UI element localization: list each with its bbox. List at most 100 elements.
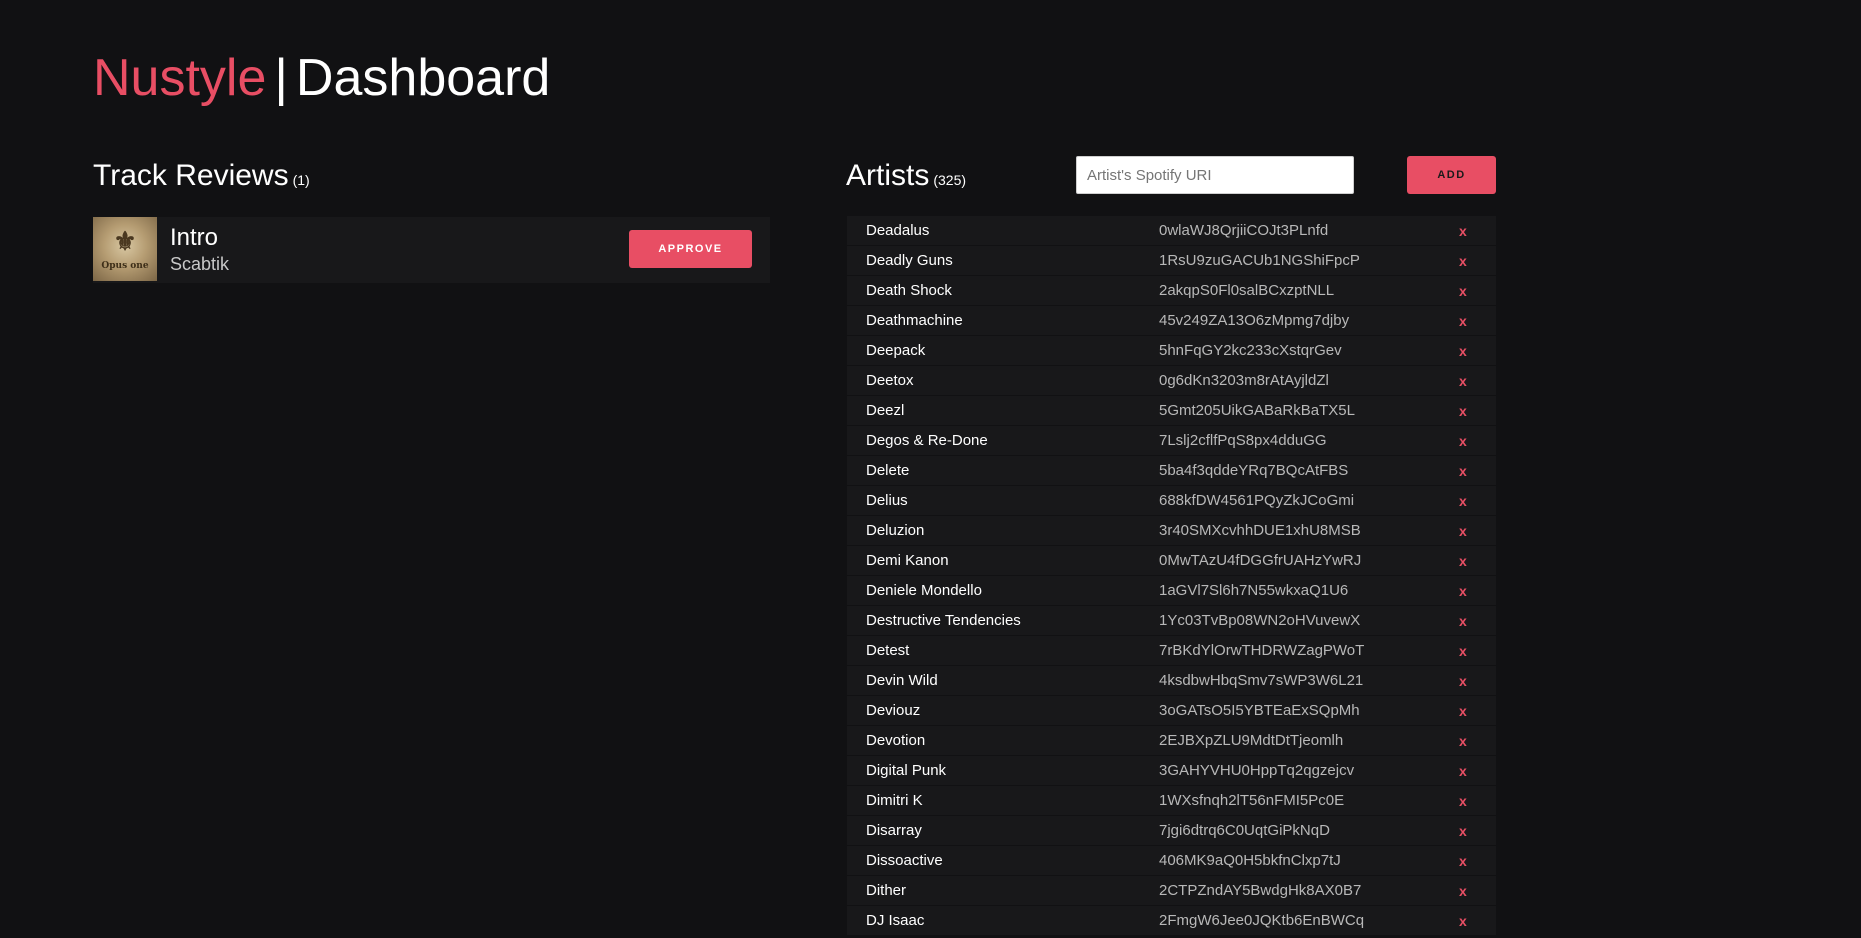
delete-artist-button[interactable]: x bbox=[1459, 787, 1467, 816]
artist-spotify-uri: 2FmgW6Jee0JQKtb6EnBWCq bbox=[1159, 912, 1365, 929]
album-cover-text: Opus one bbox=[101, 261, 149, 271]
artist-spotify-uri: 3oGATsO5I5YBTEaExSQpMh bbox=[1159, 702, 1360, 719]
artist-spotify-uri: 0MwTAzU4fDGGfrUAHzYwRJ bbox=[1159, 552, 1362, 569]
delete-artist-button[interactable]: x bbox=[1459, 427, 1467, 456]
artist-row: Death Shock 2akqpS0Fl0salBCxzptNLL x bbox=[847, 276, 1496, 305]
delete-artist-button[interactable]: x bbox=[1459, 487, 1467, 516]
delete-artist-button[interactable]: x bbox=[1459, 367, 1467, 396]
track-reviews-title: Track Reviews bbox=[93, 159, 289, 192]
artist-name: Disarray bbox=[866, 822, 922, 839]
artist-name: Death Shock bbox=[866, 282, 952, 299]
delete-artist-button[interactable]: x bbox=[1459, 547, 1467, 576]
delete-artist-button[interactable]: x bbox=[1459, 307, 1467, 336]
delete-artist-button[interactable]: x bbox=[1459, 277, 1467, 306]
album-cover-image: ⚜ Opus one bbox=[93, 217, 157, 281]
artist-spotify-uri: 7jgi6dtrq6C0UqtGiPkNqD bbox=[1159, 822, 1330, 839]
delete-artist-button[interactable]: x bbox=[1459, 217, 1467, 246]
delete-artist-button[interactable]: x bbox=[1459, 667, 1467, 696]
artist-name: Devin Wild bbox=[866, 672, 938, 689]
artist-spotify-uri: 0wlaWJ8QrjiiCOJt3PLnfd bbox=[1159, 222, 1329, 239]
dashboard-page: Nustyle | Dashboard Track Reviews (1) ⚜ Opu… bbox=[0, 0, 1861, 938]
artist-spotify-uri: 2EJBXpZLU9MdtDtTjeomlh bbox=[1159, 732, 1344, 749]
delete-artist-button[interactable]: x bbox=[1459, 727, 1467, 756]
artist-name: Deadly Guns bbox=[866, 252, 953, 269]
delete-artist-button[interactable]: x bbox=[1459, 757, 1467, 786]
artist-spotify-uri: 3r40SMXcvhhDUE1xhU8MSB bbox=[1159, 522, 1361, 539]
artist-row: Delius 688kfDW4561PQyZkJCoGmi x bbox=[847, 486, 1496, 515]
artist-row: Disarray 7jgi6dtrq6C0UqtGiPkNqD x bbox=[847, 816, 1496, 845]
artist-name: Devotion bbox=[866, 732, 926, 749]
artist-name: Dither bbox=[866, 882, 907, 899]
delete-artist-button[interactable]: x bbox=[1459, 607, 1467, 636]
delete-artist-button[interactable]: x bbox=[1459, 697, 1467, 726]
delete-artist-button[interactable]: x bbox=[1459, 247, 1467, 276]
approve-button[interactable]: APPROVE bbox=[629, 230, 752, 268]
artist-row: Deezl 5Gmt205UikGABaRkBaTX5L x bbox=[847, 396, 1496, 425]
artist-name: Deetox bbox=[866, 372, 914, 389]
delete-artist-button[interactable]: x bbox=[1459, 577, 1467, 606]
artist-row: Deadly Guns 1RsU9zuGACUb1NGShiFpcP x bbox=[847, 246, 1496, 275]
artist-name: Deniele Mondello bbox=[866, 582, 982, 599]
artist-row: Deadalus 0wlaWJ8QrjiiCOJt3PLnfd x bbox=[847, 216, 1496, 245]
artist-name: Demi Kanon bbox=[866, 552, 949, 569]
artist-row: Deathmachine 45v249ZA13O6zMpmg7djby x bbox=[847, 306, 1496, 335]
artists-title: Artists bbox=[846, 159, 930, 192]
artists-table: Deadalus 0wlaWJ8QrjiiCOJt3PLnfd x Deadly Gu… bbox=[847, 216, 1496, 936]
artist-spotify-uri: 45v249ZA13O6zMpmg7djby bbox=[1159, 312, 1350, 329]
delete-artist-button[interactable]: x bbox=[1459, 337, 1467, 366]
artist-row: Degos & Re-Done 7Lslj2cflfPqS8px4dduGG x bbox=[847, 426, 1496, 455]
artist-spotify-uri: 2CTPZndAY5BwdgHk8AX0B7 bbox=[1159, 882, 1362, 899]
artist-row: Dimitri K 1WXsfnqh2lT56nFMI5Pc0E x bbox=[847, 786, 1496, 815]
artist-name: Delete bbox=[866, 462, 910, 479]
delete-artist-button[interactable]: x bbox=[1459, 457, 1467, 486]
artist-spotify-uri: 3GAHYVHU0HppTq2qgzejcv bbox=[1159, 762, 1355, 779]
page-title-text: Dashboard bbox=[295, 49, 551, 107]
delete-artist-button[interactable]: x bbox=[1459, 517, 1467, 546]
artist-row: Demi Kanon 0MwTAzU4fDGGfrUAHzYwRJ x bbox=[847, 546, 1496, 575]
track-artist: Scabtik bbox=[170, 254, 230, 274]
artist-name: Deepack bbox=[866, 342, 926, 359]
artist-row: Destructive Tendencies 1Yc03TvBp08WN2oHVu… bbox=[847, 606, 1496, 635]
artist-row: DJ Isaac 2FmgW6Jee0JQKtb6EnBWCq x bbox=[847, 906, 1496, 935]
delete-artist-button[interactable]: x bbox=[1459, 637, 1467, 666]
artist-name: Dissoactive bbox=[866, 852, 943, 869]
delete-artist-button[interactable]: x bbox=[1459, 817, 1467, 846]
track-title: Intro bbox=[170, 224, 219, 251]
delete-artist-button[interactable]: x bbox=[1459, 877, 1467, 906]
artist-row: Dither 2CTPZndAY5BwdgHk8AX0B7 x bbox=[847, 876, 1496, 905]
artists-count: (325) bbox=[933, 172, 967, 188]
artist-row: Deniele Mondello 1aGVl7Sl6h7N55wkxaQ1U6 x bbox=[847, 576, 1496, 605]
artist-name: Detest bbox=[866, 642, 910, 659]
artist-row: Delete 5ba4f3qddeYRq7BQcAtFBS x bbox=[847, 456, 1496, 485]
artist-row: Deetox 0g6dKn3203m8rAtAyjldZl x bbox=[847, 366, 1496, 395]
delete-artist-button[interactable]: x bbox=[1459, 847, 1467, 876]
artist-row: Detest 7rBKdYlOrwTHDRWZagPWoT x bbox=[847, 636, 1496, 665]
delete-artist-button[interactable]: x bbox=[1459, 907, 1467, 936]
artist-row: Devotion 2EJBXpZLU9MdtDtTjeomlh x bbox=[847, 726, 1496, 755]
artist-name: Digital Punk bbox=[866, 762, 947, 779]
artist-uri-input[interactable] bbox=[1076, 156, 1354, 194]
artist-name: Dimitri K bbox=[866, 792, 923, 809]
artist-row: Digital Punk 3GAHYVHU0HppTq2qgzejcv x bbox=[847, 756, 1496, 785]
artist-name: Deathmachine bbox=[866, 312, 963, 329]
artist-spotify-uri: 1RsU9zuGACUb1NGShiFpcP bbox=[1159, 252, 1360, 269]
artist-row: Dissoactive 406MK9aQ0H5bkfnClxp7tJ x bbox=[847, 846, 1496, 875]
title-separator: | bbox=[274, 49, 288, 107]
artist-row: Devin Wild 4ksdbwHbqSmv7sWP3W6L21 x bbox=[847, 666, 1496, 695]
page-title: Nustyle | Dashboard bbox=[93, 46, 550, 110]
artist-spotify-uri: 5Gmt205UikGABaRkBaTX5L bbox=[1159, 402, 1355, 419]
delete-artist-button[interactable]: x bbox=[1459, 397, 1467, 426]
artist-spotify-uri: 2akqpS0Fl0salBCxzptNLL bbox=[1159, 282, 1335, 299]
artist-spotify-uri: 5hnFqGY2kc233cXstqrGev bbox=[1159, 342, 1342, 359]
track-review-card: ⚜ Opus one Intro Scabtik APPROVE bbox=[93, 217, 770, 283]
artist-spotify-uri: 1Yc03TvBp08WN2oHVuvewX bbox=[1159, 612, 1361, 629]
artist-spotify-uri: 1aGVl7Sl6h7N55wkxaQ1U6 bbox=[1159, 582, 1349, 599]
artist-name: Delius bbox=[866, 492, 908, 509]
artist-spotify-uri: 5ba4f3qddeYRq7BQcAtFBS bbox=[1159, 462, 1349, 479]
artist-spotify-uri: 688kfDW4561PQyZkJCoGmi bbox=[1159, 492, 1355, 509]
artist-spotify-uri: 7Lslj2cflfPqS8px4dduGG bbox=[1159, 432, 1327, 449]
track-reviews-count: (1) bbox=[292, 172, 310, 188]
artist-name: Deviouz bbox=[866, 702, 921, 719]
add-artist-button[interactable]: ADD bbox=[1407, 156, 1496, 194]
artist-spotify-uri: 0g6dKn3203m8rAtAyjldZl bbox=[1159, 372, 1329, 389]
